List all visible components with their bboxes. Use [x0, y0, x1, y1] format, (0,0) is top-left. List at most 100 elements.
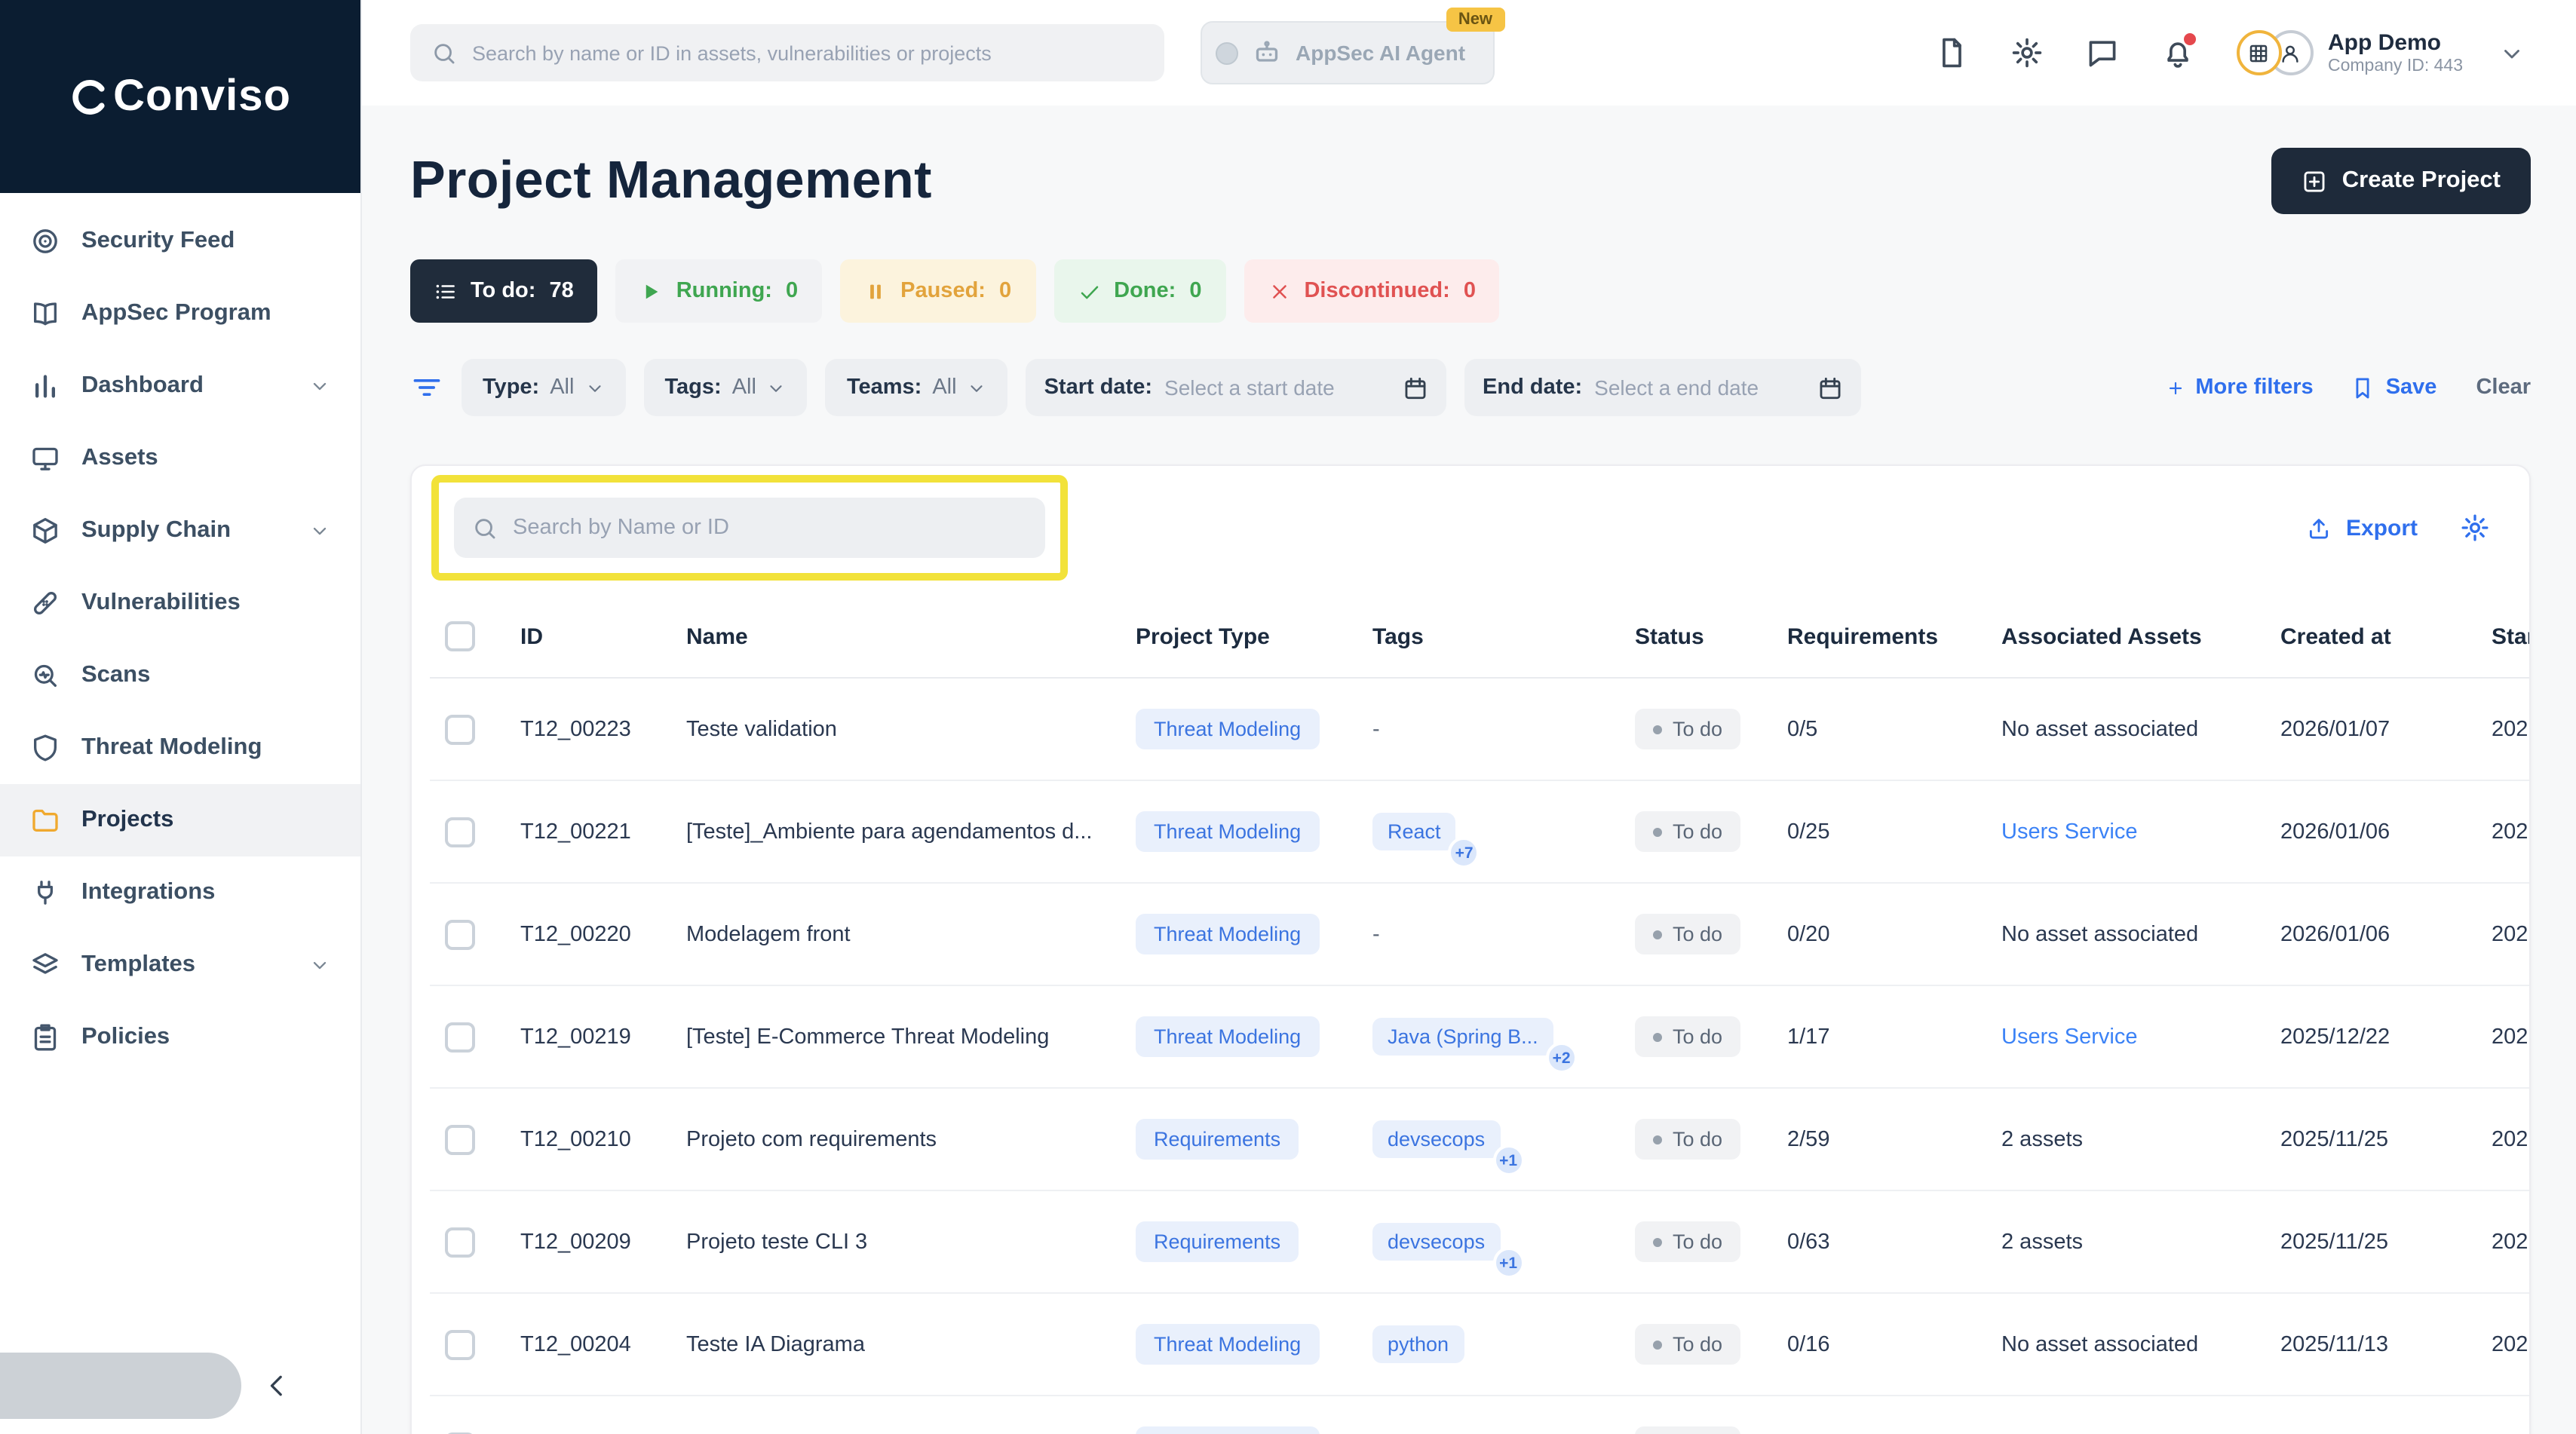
calendar-icon[interactable]: [1403, 375, 1428, 400]
conviso-logo[interactable]: Conviso: [0, 0, 360, 193]
row-checkbox[interactable]: [445, 714, 475, 744]
sidebar-item-dashboard[interactable]: Dashboard: [0, 350, 360, 422]
main-panel: AppSec AI Agent New App Demo Company ID:…: [362, 0, 2576, 1434]
row-checkbox[interactable]: [445, 1124, 475, 1154]
project-type-badge[interactable]: Threat Modeling: [1136, 811, 1319, 852]
project-type-badge[interactable]: Requirements: [1136, 1119, 1299, 1160]
logo-c-icon: [69, 76, 110, 117]
tag-overflow-count[interactable]: +2: [1546, 1042, 1578, 1074]
global-search-input[interactable]: [472, 41, 1143, 64]
export-button[interactable]: Export: [2307, 515, 2418, 541]
row-checkbox[interactable]: [445, 1022, 475, 1052]
sidebar-item-scans[interactable]: Scans: [0, 639, 360, 712]
sidebar-item-supply-chain[interactable]: Supply Chain: [0, 495, 360, 567]
tag-overflow-count[interactable]: +1: [1492, 1144, 1524, 1176]
cell-created-at: 2026/01/07: [2268, 678, 2479, 780]
status-dot-icon: [1653, 725, 1662, 734]
sidebar-item-templates[interactable]: Templates: [0, 929, 360, 1001]
status-text: To do: [1673, 1333, 1722, 1356]
project-type-badge[interactable]: Threat Modeling: [1136, 1426, 1319, 1434]
account-menu[interactable]: App Demo Company ID: 443: [2236, 30, 2463, 75]
more-filters-button[interactable]: More filters: [2165, 375, 2313, 400]
create-project-button[interactable]: Create Project: [2271, 148, 2531, 214]
status-tab-running[interactable]: Running:0: [616, 259, 822, 323]
settings-icon[interactable]: [2010, 36, 2043, 69]
notifications-icon[interactable]: [2160, 36, 2194, 69]
row-checkbox[interactable]: [445, 817, 475, 847]
status-badge: To do: [1635, 811, 1740, 852]
associated-asset-link[interactable]: Users Service: [2001, 820, 2138, 844]
account-chevron-icon[interactable]: [2499, 40, 2525, 66]
cell-started-at: 202: [2479, 1396, 2531, 1434]
table-search-input[interactable]: [513, 516, 1027, 540]
tag-pill[interactable]: Java (Spring B...: [1372, 1018, 1553, 1056]
document-icon[interactable]: [1934, 36, 1967, 69]
global-search[interactable]: [410, 24, 1164, 81]
chat-icon[interactable]: [2085, 36, 2118, 69]
project-type-badge[interactable]: Requirements: [1136, 1221, 1299, 1262]
column-header-name: Name: [674, 596, 1124, 678]
collapse-sidebar-icon[interactable]: [262, 1371, 293, 1401]
status-tab-to-do[interactable]: To do:78: [410, 259, 598, 323]
column-header-created-at: Created at: [2268, 596, 2479, 678]
sidebar-item-security-feed[interactable]: Security Feed: [0, 205, 360, 277]
page-header: Project Management Create Project: [410, 145, 2531, 217]
project-type-badge[interactable]: Threat Modeling: [1136, 709, 1319, 749]
filter-icon[interactable]: [410, 371, 443, 404]
status-dot-icon: [1653, 930, 1662, 939]
search-icon: [431, 40, 457, 66]
cell-status: To do: [1623, 678, 1775, 780]
column-header-started-at: Started at: [2479, 596, 2531, 678]
tag-overflow-count[interactable]: +1: [1492, 1247, 1524, 1279]
start-date-input[interactable]: [1164, 375, 1391, 400]
tag-pill[interactable]: React: [1372, 813, 1456, 850]
sidebar-item-appsec-program[interactable]: AppSec Program: [0, 277, 360, 350]
sidebar-item-integrations[interactable]: Integrations: [0, 856, 360, 929]
appsec-ai-agent-button[interactable]: AppSec AI Agent New: [1201, 21, 1494, 84]
clear-filters-button[interactable]: Clear: [2476, 375, 2531, 400]
status-text: To do: [1673, 923, 1722, 945]
table-search[interactable]: [454, 498, 1045, 558]
projects-table: IDNameProject TypeTagsStatusRequirements…: [430, 596, 2531, 1434]
cell-associated-assets: 2 assets: [1989, 1190, 2268, 1293]
tag-pill[interactable]: devsecops: [1372, 1223, 1500, 1261]
end-date-input[interactable]: [1594, 375, 1805, 400]
select-all-checkbox[interactable]: [445, 621, 475, 651]
status-tab-label: Discontinued:: [1304, 279, 1449, 303]
status-tab-done[interactable]: Done:0: [1053, 259, 1225, 323]
chevron-down-icon: [767, 378, 787, 397]
sidebar-footer: [0, 1337, 360, 1434]
cell-name: [Teste] E-Commerce Threat Modeling: [674, 985, 1124, 1088]
row-checkbox[interactable]: [445, 1227, 475, 1257]
project-type-badge[interactable]: Threat Modeling: [1136, 1324, 1319, 1365]
calendar-icon[interactable]: [1817, 375, 1843, 400]
tags-filter-label: Tags:: [664, 375, 721, 400]
associated-asset-link[interactable]: Users Service: [2001, 1025, 2138, 1049]
project-type-badge[interactable]: Threat Modeling: [1136, 914, 1319, 954]
sidebar-item-assets[interactable]: Assets: [0, 422, 360, 495]
save-filter-button[interactable]: Save: [2350, 375, 2437, 400]
end-date-filter[interactable]: End date:: [1464, 359, 1861, 416]
tag-pill[interactable]: python: [1372, 1325, 1464, 1363]
sidebar-item-threat-modeling[interactable]: Threat Modeling: [0, 712, 360, 784]
cell-created-at: 2026/01/06: [2268, 883, 2479, 985]
tag-overflow-count[interactable]: +7: [1449, 837, 1480, 869]
cell-tags: Java (Spring B...+2: [1360, 985, 1623, 1088]
teams-filter-dropdown[interactable]: Teams: All: [826, 359, 1008, 416]
row-checkbox[interactable]: [445, 1329, 475, 1359]
cube-icon: [30, 516, 60, 546]
associated-asset-text: No asset associated: [2001, 717, 2198, 741]
table-settings-icon[interactable]: [2460, 513, 2490, 543]
status-tab-paused[interactable]: Paused:0: [840, 259, 1035, 323]
start-date-filter[interactable]: Start date:: [1026, 359, 1446, 416]
type-filter-dropdown[interactable]: Type: All: [462, 359, 625, 416]
tags-filter-dropdown[interactable]: Tags: All: [643, 359, 807, 416]
project-type-badge[interactable]: Threat Modeling: [1136, 1016, 1319, 1057]
row-checkbox[interactable]: [445, 919, 475, 949]
status-tab-discontinued[interactable]: Discontinued:0: [1244, 259, 1500, 323]
sidebar-item-vulnerabilities[interactable]: Vulnerabilities: [0, 567, 360, 639]
tag-pill[interactable]: devsecops: [1372, 1120, 1500, 1158]
sidebar-item-projects[interactable]: Projects: [0, 784, 360, 856]
status-badge: To do: [1635, 914, 1740, 954]
sidebar-item-policies[interactable]: Policies: [0, 1001, 360, 1074]
